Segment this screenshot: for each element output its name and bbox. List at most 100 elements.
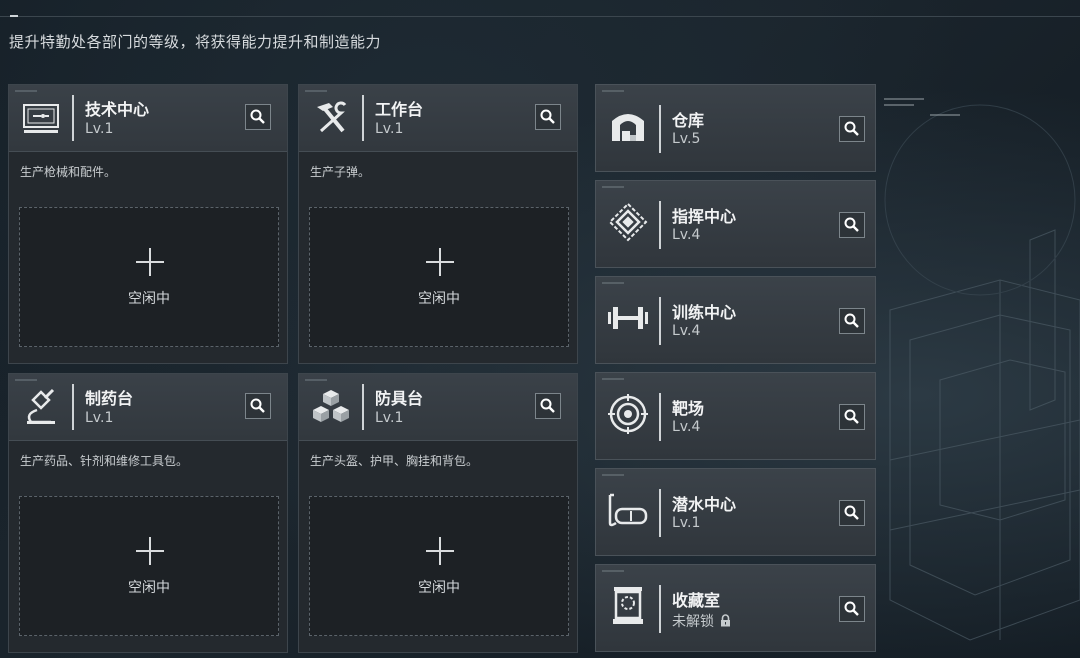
facility-name: 潜水中心 [672, 495, 737, 514]
header-divider [659, 393, 661, 441]
facility-card-diving-center[interactable]: 潜水中心 Lv.1 [595, 468, 876, 556]
dumbbell-icon [608, 307, 648, 329]
slot-status: 空闲中 [128, 291, 170, 307]
facility-name: 靶场 [672, 399, 705, 418]
inspect-button[interactable] [535, 393, 561, 419]
facility-level: Lv.1 [375, 410, 404, 426]
header-divider [659, 105, 661, 153]
search-icon [844, 121, 859, 136]
header-tag [602, 378, 624, 380]
slot-status: 空闲中 [418, 291, 460, 307]
top-divider [0, 16, 1080, 17]
facility-card-command-center[interactable]: 指挥中心 Lv.4 [595, 180, 876, 268]
diving-mask-icon [608, 493, 648, 527]
search-icon [844, 313, 859, 328]
header-divider [659, 585, 661, 633]
inspect-button[interactable] [245, 104, 271, 130]
plus-icon [426, 537, 454, 565]
header-tag [602, 474, 624, 476]
production-slot[interactable]: 空闲中 [309, 496, 569, 636]
facility-name: 指挥中心 [672, 207, 737, 226]
search-icon [844, 601, 859, 616]
production-slot[interactable]: 空闲中 [19, 496, 279, 636]
inspect-button[interactable] [839, 500, 865, 526]
plus-icon [136, 537, 164, 565]
facility-level: Lv.1 [85, 410, 114, 426]
search-icon [250, 109, 265, 124]
production-slot[interactable]: 空闲中 [309, 207, 569, 347]
slot-status: 空闲中 [418, 580, 460, 596]
header-divider [72, 384, 74, 430]
card-header: 制药台 Lv.1 [9, 374, 287, 441]
warehouse-icon [612, 114, 644, 141]
card-header: 技术中心 Lv.1 [9, 85, 287, 152]
target-icon [608, 394, 648, 434]
production-slot[interactable]: 空闲中 [19, 207, 279, 347]
plus-icon [426, 248, 454, 276]
card-header: 防具台 Lv.1 [299, 374, 577, 441]
header-tag [602, 570, 624, 572]
hammer-wrench-icon [317, 101, 347, 133]
header-tag [15, 379, 37, 381]
facility-level: 未解锁 [672, 611, 731, 631]
header-tag [602, 282, 624, 284]
facility-name: 工作台 [375, 100, 424, 119]
facility-description: 生产药品、针剂和维修工具包。 [20, 454, 189, 468]
chip-icon [608, 202, 648, 242]
search-icon [540, 109, 555, 124]
facility-name: 收藏室 [672, 591, 721, 610]
facility-card-pharmacy[interactable]: 制药台 Lv.1 生产药品、针剂和维修工具包。 空闲中 [8, 373, 288, 653]
computer-icon [23, 104, 59, 133]
facility-name: 技术中心 [85, 100, 150, 119]
header-divider [659, 489, 661, 537]
header-tag [15, 90, 37, 92]
facility-level: Lv.4 [672, 323, 701, 339]
header-divider [659, 201, 661, 249]
header-divider [362, 384, 364, 430]
background-building-art [884, 98, 1080, 641]
facility-card-armor-bench[interactable]: 防具台 Lv.1 生产头盔、护甲、胸挂和背包。 空闲中 [298, 373, 578, 653]
facility-card-training-center[interactable]: 训练中心 Lv.4 [595, 276, 876, 364]
page-subtitle: 提升特勤处各部门的等级，将获得能力提升和制造能力 [9, 33, 382, 51]
header-tag [305, 90, 327, 92]
header-divider [72, 95, 74, 141]
facility-name: 训练中心 [672, 303, 737, 322]
facility-description: 生产头盔、护甲、胸挂和背包。 [310, 454, 479, 468]
facility-level: Lv.1 [672, 515, 701, 531]
header-tag [602, 186, 624, 188]
microscope-icon [27, 388, 55, 424]
inspect-button[interactable] [839, 404, 865, 430]
lock-status-text: 未解锁 [672, 614, 714, 630]
slot-status: 空闲中 [128, 580, 170, 596]
card-header: 工作台 Lv.1 [299, 85, 577, 152]
search-icon [540, 398, 555, 413]
facility-level: Lv.1 [85, 121, 114, 137]
facility-level: Lv.1 [375, 121, 404, 137]
header-divider [659, 297, 661, 345]
top-marker [10, 15, 18, 17]
search-icon [844, 217, 859, 232]
search-icon [250, 398, 265, 413]
trophy-case-icon [613, 587, 643, 624]
facility-name: 制药台 [85, 389, 134, 408]
facility-name: 防具台 [375, 389, 424, 408]
facility-card-collection-room[interactable]: 收藏室 未解锁 [595, 564, 876, 652]
lock-icon [721, 614, 730, 627]
facility-level: Lv.4 [672, 227, 701, 243]
search-icon [844, 409, 859, 424]
inspect-button[interactable] [839, 596, 865, 622]
facility-card-workbench[interactable]: 工作台 Lv.1 生产子弹。 空闲中 [298, 84, 578, 364]
inspect-button[interactable] [839, 212, 865, 238]
facility-card-warehouse[interactable]: 仓库 Lv.5 [595, 84, 876, 172]
header-divider [362, 95, 364, 141]
facility-card-tech-center[interactable]: 技术中心 Lv.1 生产枪械和配件。 空闲中 [8, 84, 288, 364]
plus-icon [136, 248, 164, 276]
facility-description: 生产枪械和配件。 [20, 165, 117, 179]
header-tag [305, 379, 327, 381]
inspect-button[interactable] [245, 393, 271, 419]
inspect-button[interactable] [839, 308, 865, 334]
facility-card-shooting-range[interactable]: 靶场 Lv.4 [595, 372, 876, 460]
inspect-button[interactable] [535, 104, 561, 130]
inspect-button[interactable] [839, 116, 865, 142]
facility-level: Lv.5 [672, 131, 701, 147]
